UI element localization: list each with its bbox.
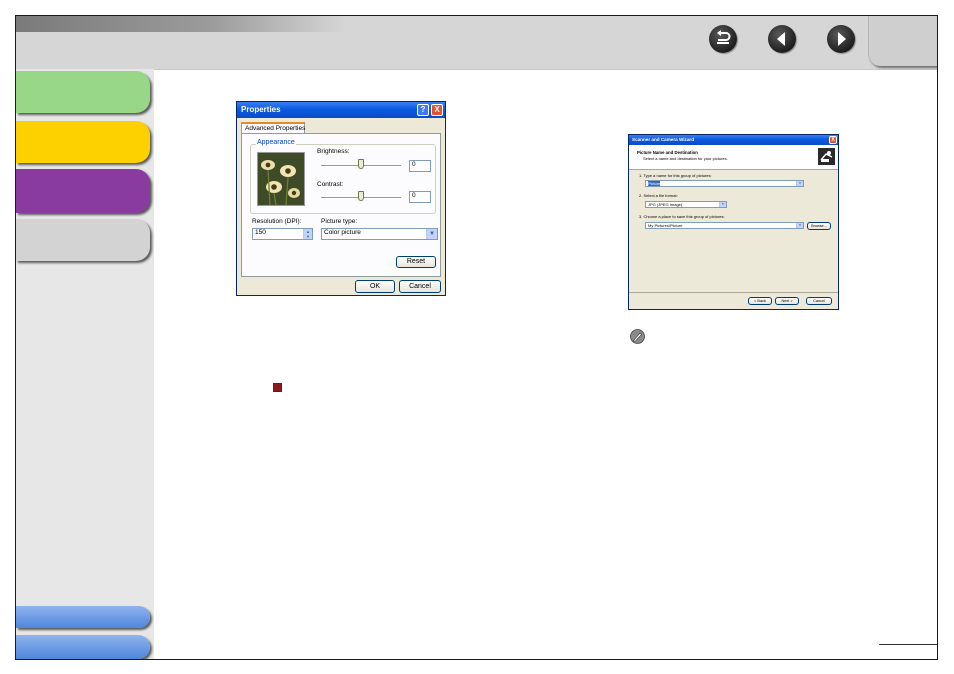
brightness-input[interactable]: 0 [409,160,431,172]
chevron-down-icon: ▼ [796,223,803,228]
reset-button[interactable]: Reset [396,256,436,268]
next-page-button[interactable] [827,25,855,53]
top-stripe [16,16,346,32]
pencil-note-icon [630,329,645,344]
contrast-label: Contrast: [317,181,344,188]
picture-type-label: Picture type: [321,218,358,225]
preview-image [257,152,305,206]
scanner-wizard-dialog: Scanner and Camera Wizard X Picture Name… [628,134,839,310]
sidebar-bottom-tab-1[interactable] [16,606,150,628]
contrast-slider-thumb[interactable] [358,191,364,201]
cancel-button[interactable]: Cancel [399,280,441,293]
wizard-divider [629,292,838,293]
chevron-down-icon: ▼ [719,202,726,207]
picture-type-select[interactable]: Color picture ▼ [321,228,438,240]
properties-dialog: Properties ? X Advanced Properties Appea… [236,101,446,296]
brightness-label: Brightness: [317,148,350,155]
appearance-label: Appearance [256,139,296,146]
file-format-select[interactable]: JPG (JPEG Image) ▼ [645,201,727,208]
wizard-next-button[interactable]: Next > [775,297,799,305]
marker-square [273,383,282,392]
sidebar-tab-gray[interactable] [16,219,150,261]
wizard-cancel-button[interactable]: Cancel [806,297,832,305]
left-arrow-icon [777,32,785,46]
wizard-subheading: Select a name and destination for your p… [643,156,728,161]
resolution-input[interactable]: 150 ▲ ▼ [252,228,313,240]
top-bar [16,16,937,70]
sidebar [16,69,154,659]
wizard-title: Scanner and Camera Wizard [632,137,694,142]
group-name-input[interactable]: Picture ▼ [645,180,804,187]
properties-title: Properties [241,105,281,114]
close-button[interactable]: X [431,104,443,116]
step2-label: 2. Select a file format: [639,193,678,198]
wizard-heading: Picture Name and Destination [637,150,698,155]
chevron-down-icon: ▼ [426,229,437,239]
brightness-slider-thumb[interactable] [358,159,364,169]
footer-rule [879,644,937,645]
previous-page-button[interactable] [768,25,796,53]
wizard-back-button[interactable]: < Back [748,297,772,305]
resolution-spinner[interactable]: ▲ ▼ [303,229,312,239]
contrast-input[interactable]: 0 [409,191,431,203]
wizard-title-bar: Scanner and Camera Wizard X [629,135,838,145]
save-location-select[interactable]: My Pictures\Picture ▼ [645,222,804,229]
tab-panel: Appearance Brightness: 0 Contrast: 0 Res… [241,133,441,277]
ok-button[interactable]: OK [355,280,395,293]
step1-label: 1. Type a name for this group of picture… [639,173,712,178]
right-arrow-icon [838,32,846,46]
corner-tab[interactable] [868,16,937,66]
page-frame: Properties ? X Advanced Properties Appea… [15,15,938,660]
sidebar-tab-purple[interactable] [16,169,150,213]
properties-title-bar: Properties ? X [237,102,445,118]
chevron-down-icon: ▼ [796,181,803,186]
back-button[interactable] [709,25,737,53]
browse-button[interactable]: Browse... [807,222,831,230]
help-button[interactable]: ? [417,104,429,116]
resolution-label: Resolution (DPI): [252,218,302,225]
wizard-close-button[interactable]: X [829,136,837,144]
sidebar-tab-yellow[interactable] [16,121,150,163]
step3-label: 3. Choose a place to save this group of … [639,214,725,219]
return-arrow-icon [717,30,731,44]
sidebar-tab-green[interactable] [16,71,150,113]
wizard-header: Picture Name and Destination Select a na… [629,145,838,170]
sidebar-bottom-tab-2[interactable] [16,635,150,659]
scanner-camera-icon [818,148,835,165]
